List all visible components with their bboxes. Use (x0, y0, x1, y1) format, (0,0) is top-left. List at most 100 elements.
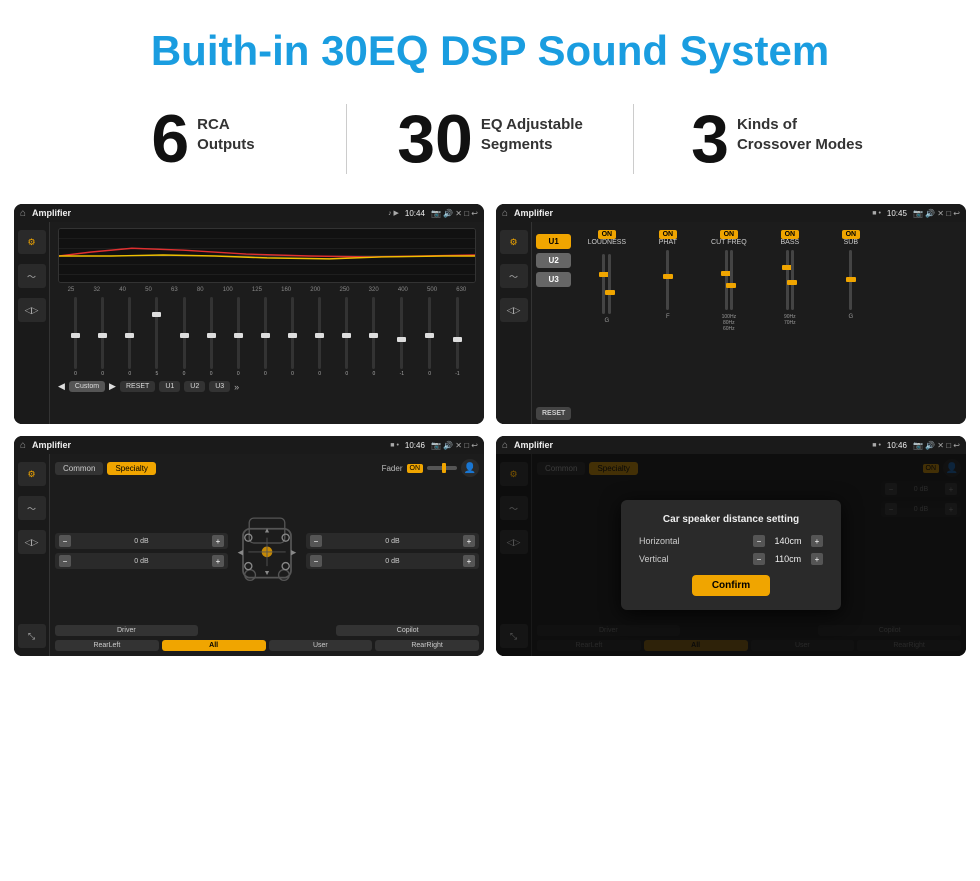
sidebar-2: ⚙ 〜 ◁▷ (496, 222, 532, 424)
topbar-title-2: Amplifier (514, 208, 866, 218)
all-btn[interactable]: All (162, 640, 266, 651)
db-ctrl-tr: − 0 dB + (306, 533, 479, 549)
eq-slider-5[interactable]: 0 (210, 297, 213, 377)
cutfreq-slider-2[interactable] (730, 250, 733, 310)
plus-btn-bl[interactable]: + (212, 555, 224, 567)
vol-icon[interactable]: ◁▷ (18, 298, 46, 322)
loudness-slider-2[interactable] (608, 254, 611, 314)
screen-crossover: ⌂ Amplifier ■ • 10:45 📷 🔊 ✕ □ ↩ ⚙ 〜 ◁▷ U… (496, 204, 966, 424)
home-icon-4[interactable]: ⌂ (502, 440, 508, 451)
plus-btn-tr[interactable]: + (463, 535, 475, 547)
eq-slider-13[interactable]: 0 (428, 297, 431, 377)
wave-icon[interactable]: 〜 (18, 264, 46, 288)
expand-icon-3[interactable]: ⤡ (18, 624, 46, 648)
db-val-bl: 0 dB (73, 558, 210, 565)
minus-btn-bl[interactable]: − (59, 555, 71, 567)
driver-btn[interactable]: Driver (55, 625, 198, 636)
svg-text:▼: ▼ (263, 569, 270, 577)
db-ctrl-tl: − 0 dB + (55, 533, 228, 549)
minus-horizontal[interactable]: − (753, 535, 765, 547)
car-diagram: ▲ ▼ ◀ ▶ (232, 511, 302, 591)
eq-slider-2[interactable]: 0 (128, 297, 131, 377)
eq-slider-10[interactable]: 0 (345, 297, 348, 377)
phat-slider[interactable] (666, 250, 669, 310)
preset-custom-btn[interactable]: Custom (69, 381, 105, 392)
wave-icon-3[interactable]: 〜 (18, 496, 46, 520)
expand-icon[interactable]: » (234, 382, 239, 392)
minus-btn-tl[interactable]: − (59, 535, 71, 547)
status-dot-4: ■ • (872, 442, 881, 449)
eq-slider-14[interactable]: -1 (455, 297, 459, 377)
rearleft-btn[interactable]: RearLeft (55, 640, 159, 651)
screen-specialty: ⌂ Amplifier ■ • 10:46 📷 🔊 ✕ □ ↩ ⚙ 〜 ◁▷ ⤡… (14, 436, 484, 656)
dialog-row-vertical: Vertical − 110cm + (639, 553, 823, 565)
reset-btn-2[interactable]: RESET (536, 407, 571, 420)
minus-btn-tr[interactable]: − (310, 535, 322, 547)
eq-slider-9[interactable]: 0 (318, 297, 321, 377)
u1-btn-1[interactable]: U1 (159, 381, 180, 392)
status-icons-4: 📷 🔊 ✕ □ ↩ (913, 441, 960, 450)
eq-slider-11[interactable]: 0 (372, 297, 375, 377)
screen-content-3: ⚙ 〜 ◁▷ ⤡ Common Specialty Fader ON (14, 454, 484, 656)
next-icon[interactable]: ▶ (109, 381, 116, 392)
spec-tabs: Common Specialty Fader ON 👤 (55, 459, 479, 477)
u3-btn[interactable]: U3 (536, 272, 571, 287)
plus-btn-tl[interactable]: + (212, 535, 224, 547)
amp-u-col: U1 U2 U3 RESET (536, 226, 571, 420)
rearright-btn[interactable]: RearRight (375, 640, 479, 651)
cutfreq-vals: 100Hz80Hz60Hz (722, 314, 736, 332)
fader-slider[interactable] (427, 466, 457, 470)
topbar-4: ⌂ Amplifier ■ • 10:46 📷 🔊 ✕ □ ↩ (496, 436, 966, 454)
person-icon[interactable]: 👤 (461, 459, 479, 477)
plus-vertical[interactable]: + (811, 553, 823, 565)
stat-rca-label: RCAOutputs (197, 105, 255, 154)
minus-vertical[interactable]: − (753, 553, 765, 565)
cutfreq-slider-1[interactable] (725, 250, 728, 310)
u1-btn[interactable]: U1 (536, 234, 571, 249)
tab-common[interactable]: Common (55, 462, 103, 475)
topbar-3: ⌂ Amplifier ■ • 10:46 📷 🔊 ✕ □ ↩ (14, 436, 484, 454)
plus-btn-br[interactable]: + (463, 555, 475, 567)
horizontal-value: 140cm (768, 536, 808, 546)
reset-btn-1[interactable]: RESET (120, 381, 155, 392)
home-icon-2[interactable]: ⌂ (502, 208, 508, 219)
ctrl-label-loudness: LOUDNESS (588, 239, 627, 246)
eq-slider-6[interactable]: 0 (237, 297, 240, 377)
dialog-overlay: Car speaker distance setting Horizontal … (496, 454, 966, 656)
user-btn[interactable]: User (269, 640, 373, 651)
horizontal-ctrl: − 140cm + (753, 535, 823, 547)
u3-btn-1[interactable]: U3 (209, 381, 230, 392)
confirm-button[interactable]: Confirm (692, 575, 770, 596)
copilot-btn[interactable]: Copilot (336, 625, 479, 636)
wave-icon-2[interactable]: 〜 (500, 264, 528, 288)
topbar-time-3: 10:46 (405, 441, 425, 450)
svg-text:▶: ▶ (291, 549, 297, 557)
db-ctrl-bl: − 0 dB + (55, 553, 228, 569)
eq-slider-1[interactable]: 0 (101, 297, 104, 377)
u2-btn-1[interactable]: U2 (184, 381, 205, 392)
home-icon[interactable]: ⌂ (20, 208, 26, 219)
vol-icon-2[interactable]: ◁▷ (500, 298, 528, 322)
eq-slider-3[interactable]: 5 (155, 297, 158, 377)
svg-text:▲: ▲ (263, 527, 270, 535)
tab-specialty[interactable]: Specialty (107, 462, 155, 475)
bass-slider-2[interactable] (791, 250, 794, 310)
vol-icon-3[interactable]: ◁▷ (18, 530, 46, 554)
eq-icon[interactable]: ⚙ (18, 230, 46, 254)
minus-btn-br[interactable]: − (310, 555, 322, 567)
eq-slider-7[interactable]: 0 (264, 297, 267, 377)
sub-slider[interactable] (849, 250, 852, 310)
u2-btn[interactable]: U2 (536, 253, 571, 268)
topbar-title-3: Amplifier (32, 440, 384, 450)
sub-vals: G (849, 314, 854, 320)
eq-slider-4[interactable]: 0 (183, 297, 186, 377)
plus-horizontal[interactable]: + (811, 535, 823, 547)
home-icon-3[interactable]: ⌂ (20, 440, 26, 451)
prev-icon[interactable]: ◀ (58, 381, 65, 392)
loudness-slider-1[interactable] (602, 254, 605, 314)
eq-slider-12[interactable]: -1 (400, 297, 404, 377)
eq-icon-2[interactable]: ⚙ (500, 230, 528, 254)
eq-slider-0[interactable]: 0 (74, 297, 77, 377)
eq-icon-3[interactable]: ⚙ (18, 462, 46, 486)
eq-slider-8[interactable]: 0 (291, 297, 294, 377)
